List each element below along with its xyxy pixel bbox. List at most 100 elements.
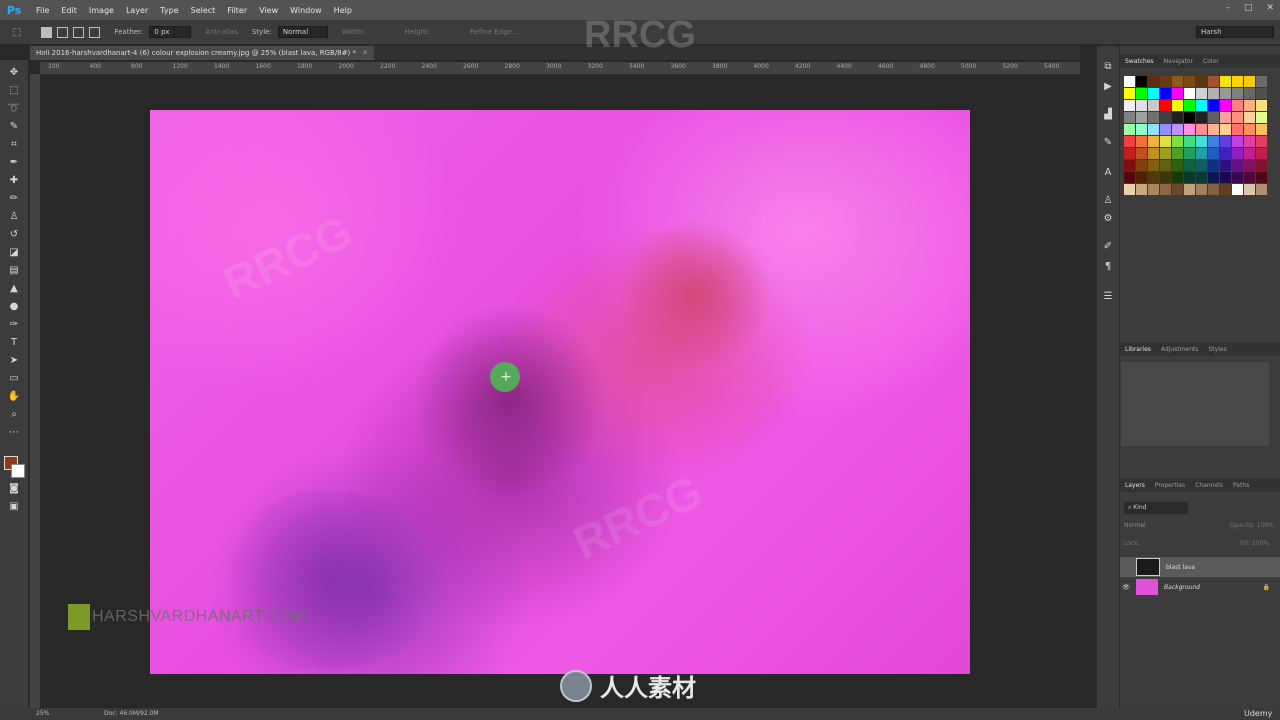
quick-mask-icon[interactable]: ◙ — [7, 482, 21, 496]
color-swatch[interactable] — [1148, 160, 1159, 171]
color-swatch[interactable] — [1124, 88, 1135, 99]
paragraph-panel-icon[interactable]: ¶ — [1101, 260, 1115, 274]
color-swatch[interactable] — [1184, 76, 1195, 87]
menu-layer[interactable]: Layer — [120, 6, 154, 15]
color-swatch[interactable] — [1160, 148, 1171, 159]
tab-layers[interactable]: Layers — [1120, 482, 1150, 489]
background-color-swatch[interactable] — [11, 464, 25, 478]
color-swatch[interactable] — [1220, 100, 1231, 111]
document-tab[interactable]: Holi 2016-harshvardhanart-4 (6) colour e… — [30, 46, 374, 60]
color-swatch[interactable] — [1244, 112, 1255, 123]
menu-type[interactable]: Type — [154, 6, 184, 15]
intersect-selection-icon[interactable] — [89, 26, 101, 38]
color-swatch[interactable] — [1208, 184, 1219, 195]
color-swatch[interactable] — [1232, 172, 1243, 183]
menu-help[interactable]: Help — [328, 6, 358, 15]
visibility-eye-icon[interactable]: 👁 — [1120, 584, 1132, 591]
tab-paths[interactable]: Paths — [1228, 482, 1254, 489]
color-swatch[interactable] — [1196, 160, 1207, 171]
color-swatch[interactable] — [1232, 136, 1243, 147]
style-select[interactable]: Normal — [277, 26, 328, 38]
color-swatch[interactable] — [1208, 100, 1219, 111]
menu-image[interactable]: Image — [83, 6, 120, 15]
color-swatch[interactable] — [1184, 184, 1195, 195]
color-swatch[interactable] — [1196, 136, 1207, 147]
color-swatch[interactable] — [1160, 112, 1171, 123]
color-swatch[interactable] — [1196, 172, 1207, 183]
color-swatch[interactable] — [1184, 148, 1195, 159]
color-swatch[interactable] — [1136, 172, 1147, 183]
color-swatch[interactable] — [1196, 112, 1207, 123]
color-swatch[interactable] — [1196, 88, 1207, 99]
color-swatch[interactable] — [1160, 160, 1171, 171]
color-swatch[interactable] — [1172, 100, 1183, 111]
color-swatch[interactable] — [1124, 160, 1135, 171]
color-swatch[interactable] — [1136, 148, 1147, 159]
color-swatch[interactable] — [1172, 88, 1183, 99]
color-swatch[interactable] — [1256, 124, 1267, 135]
color-swatch[interactable] — [1208, 124, 1219, 135]
color-swatch[interactable] — [1184, 124, 1195, 135]
marquee-tool-icon[interactable]: ⬚ — [7, 84, 21, 98]
color-swatch[interactable] — [1160, 88, 1171, 99]
color-swatch[interactable] — [1160, 136, 1171, 147]
feather-input[interactable]: 0 px — [149, 26, 192, 38]
minimize-button[interactable]: – — [1225, 3, 1230, 13]
dodge-tool-icon[interactable]: ● — [7, 300, 21, 314]
color-swatch[interactable] — [1184, 160, 1195, 171]
color-swatch[interactable] — [1196, 100, 1207, 111]
color-swatch[interactable] — [1232, 184, 1243, 195]
color-swatch[interactable] — [1256, 136, 1267, 147]
color-swatch[interactable] — [1208, 112, 1219, 123]
menu-window[interactable]: Window — [284, 6, 328, 15]
color-swatch[interactable] — [1256, 172, 1267, 183]
color-swatch[interactable] — [1172, 148, 1183, 159]
color-swatch[interactable] — [1136, 136, 1147, 147]
rectangle-tool-icon[interactable]: ▭ — [7, 372, 21, 386]
color-swatch[interactable] — [1184, 112, 1195, 123]
menu-select[interactable]: Select — [185, 6, 222, 15]
character-panel-icon[interactable]: A — [1101, 166, 1115, 180]
color-swatch[interactable] — [1136, 88, 1147, 99]
lasso-tool-icon[interactable]: ➰ — [7, 102, 21, 116]
menu-filter[interactable]: Filter — [221, 6, 253, 15]
color-swatch[interactable] — [1220, 88, 1231, 99]
tab-navigator[interactable]: Navigator — [1159, 58, 1198, 65]
color-swatch[interactable] — [1148, 76, 1159, 87]
color-swatch[interactable] — [1256, 184, 1267, 195]
color-swatch[interactable] — [1244, 124, 1255, 135]
tab-color[interactable]: Color — [1198, 58, 1224, 65]
color-swatch[interactable] — [1220, 112, 1231, 123]
color-swatch[interactable] — [1256, 100, 1267, 111]
blend-mode-select[interactable]: Normal — [1124, 520, 1184, 532]
screen-mode-icon[interactable]: ▣ — [7, 500, 21, 514]
workspace-select[interactable]: Harsh — [1196, 26, 1274, 38]
color-swatch[interactable] — [1124, 112, 1135, 123]
fill-field[interactable]: Fill: 100% — [1240, 538, 1269, 550]
menu-file[interactable]: File — [30, 6, 55, 15]
color-swatch[interactable] — [1220, 160, 1231, 171]
color-swatch[interactable] — [1220, 124, 1231, 135]
color-swatch[interactable] — [1232, 100, 1243, 111]
move-tool-icon[interactable]: ✥ — [7, 66, 21, 80]
color-swatch[interactable] — [1208, 148, 1219, 159]
color-swatch[interactable] — [1160, 184, 1171, 195]
color-swatch[interactable] — [1232, 124, 1243, 135]
color-swatch[interactable] — [1172, 112, 1183, 123]
color-swatch[interactable] — [1160, 76, 1171, 87]
healing-brush-tool-icon[interactable]: ✚ — [7, 174, 21, 188]
crop-tool-icon[interactable]: ⌗ — [7, 138, 21, 152]
menu-view[interactable]: View — [253, 6, 284, 15]
color-swatch[interactable] — [1172, 124, 1183, 135]
color-swatch[interactable] — [1148, 136, 1159, 147]
color-swatch[interactable] — [1124, 100, 1135, 111]
tab-styles[interactable]: Styles — [1204, 346, 1232, 353]
color-swatch[interactable] — [1148, 112, 1159, 123]
tab-adjustments[interactable]: Adjustments — [1156, 346, 1204, 353]
tool-presets-icon[interactable]: ⚙ — [1101, 212, 1115, 226]
document-canvas[interactable]: + RRCG RRCG — [150, 110, 970, 674]
color-swatch[interactable] — [1172, 136, 1183, 147]
history-brush-tool-icon[interactable]: ↺ — [7, 228, 21, 242]
opacity-field[interactable]: Opacity: 100% — [1230, 520, 1274, 532]
color-swatch[interactable] — [1220, 148, 1231, 159]
